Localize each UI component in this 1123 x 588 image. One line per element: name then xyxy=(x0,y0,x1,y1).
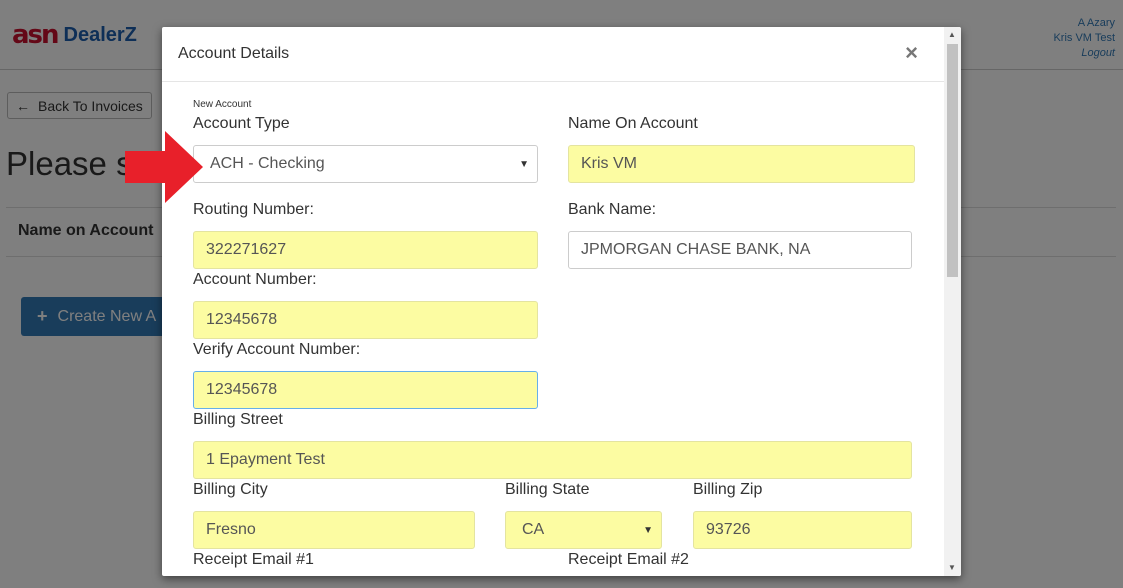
billing-state-label: Billing State xyxy=(505,481,590,498)
billing-zip-label: Billing Zip xyxy=(693,481,763,498)
account-number-input[interactable]: 12345678 xyxy=(193,301,538,339)
scroll-up-icon[interactable]: ▲ xyxy=(948,30,956,39)
billing-street-label: Billing Street xyxy=(193,411,283,428)
billing-zip-value: 93726 xyxy=(706,521,751,538)
caret-down-icon: ▼ xyxy=(643,525,653,536)
scroll-down-icon[interactable]: ▼ xyxy=(948,563,956,572)
routing-number-input[interactable]: 322271627 xyxy=(193,231,538,269)
billing-zip-input[interactable]: 93726 xyxy=(693,511,912,549)
verify-account-number-input[interactable]: 12345678 xyxy=(193,371,538,409)
verify-account-number-label: Verify Account Number: xyxy=(193,341,361,358)
routing-number-value: 322271627 xyxy=(206,241,287,258)
receipt-email-1-label: Receipt Email #1 xyxy=(193,551,314,568)
name-on-account-value: Kris VM xyxy=(581,155,637,172)
billing-street-value: 1 Epayment Test xyxy=(206,451,325,468)
verify-account-number-value: 12345678 xyxy=(206,381,278,398)
bank-name-input[interactable]: JPMORGAN CHASE BANK, NA xyxy=(568,231,912,269)
modal-scrollbar[interactable]: ▲ ▼ xyxy=(944,27,961,576)
receipt-email-2-label: Receipt Email #2 xyxy=(568,551,689,568)
billing-city-input[interactable]: Fresno xyxy=(193,511,475,549)
red-arrow-annotation-icon xyxy=(125,131,203,203)
name-on-account-label: Name On Account xyxy=(568,115,698,132)
account-type-value: ACH - Checking xyxy=(210,155,325,172)
modal-title: Account Details xyxy=(178,45,290,62)
bank-name-label: Bank Name: xyxy=(568,201,657,218)
account-number-label: Account Number: xyxy=(193,271,317,288)
red-arrow-shape xyxy=(125,131,203,203)
name-on-account-input[interactable]: Kris VM xyxy=(568,145,915,183)
billing-city-value: Fresno xyxy=(206,521,256,538)
caret-down-icon: ▼ xyxy=(519,159,529,170)
account-type-label: Account Type xyxy=(193,115,290,132)
account-details-modal: Account Details × New Account Account Ty… xyxy=(162,27,961,576)
scrollbar-thumb[interactable] xyxy=(947,44,958,277)
account-number-value: 12345678 xyxy=(206,311,278,328)
account-type-select[interactable]: ACH - Checking ▼ xyxy=(193,145,538,183)
billing-state-select[interactable]: CA ▼ xyxy=(505,511,662,549)
billing-city-label: Billing City xyxy=(193,481,268,498)
bank-name-value: JPMORGAN CHASE BANK, NA xyxy=(581,241,811,258)
new-account-note: New Account xyxy=(193,99,252,110)
billing-street-input[interactable]: 1 Epayment Test xyxy=(193,441,912,479)
routing-number-label: Routing Number: xyxy=(193,201,314,218)
billing-state-value: CA xyxy=(522,521,545,538)
modal-header: Account Details × xyxy=(162,27,944,82)
close-icon[interactable]: × xyxy=(905,41,918,65)
